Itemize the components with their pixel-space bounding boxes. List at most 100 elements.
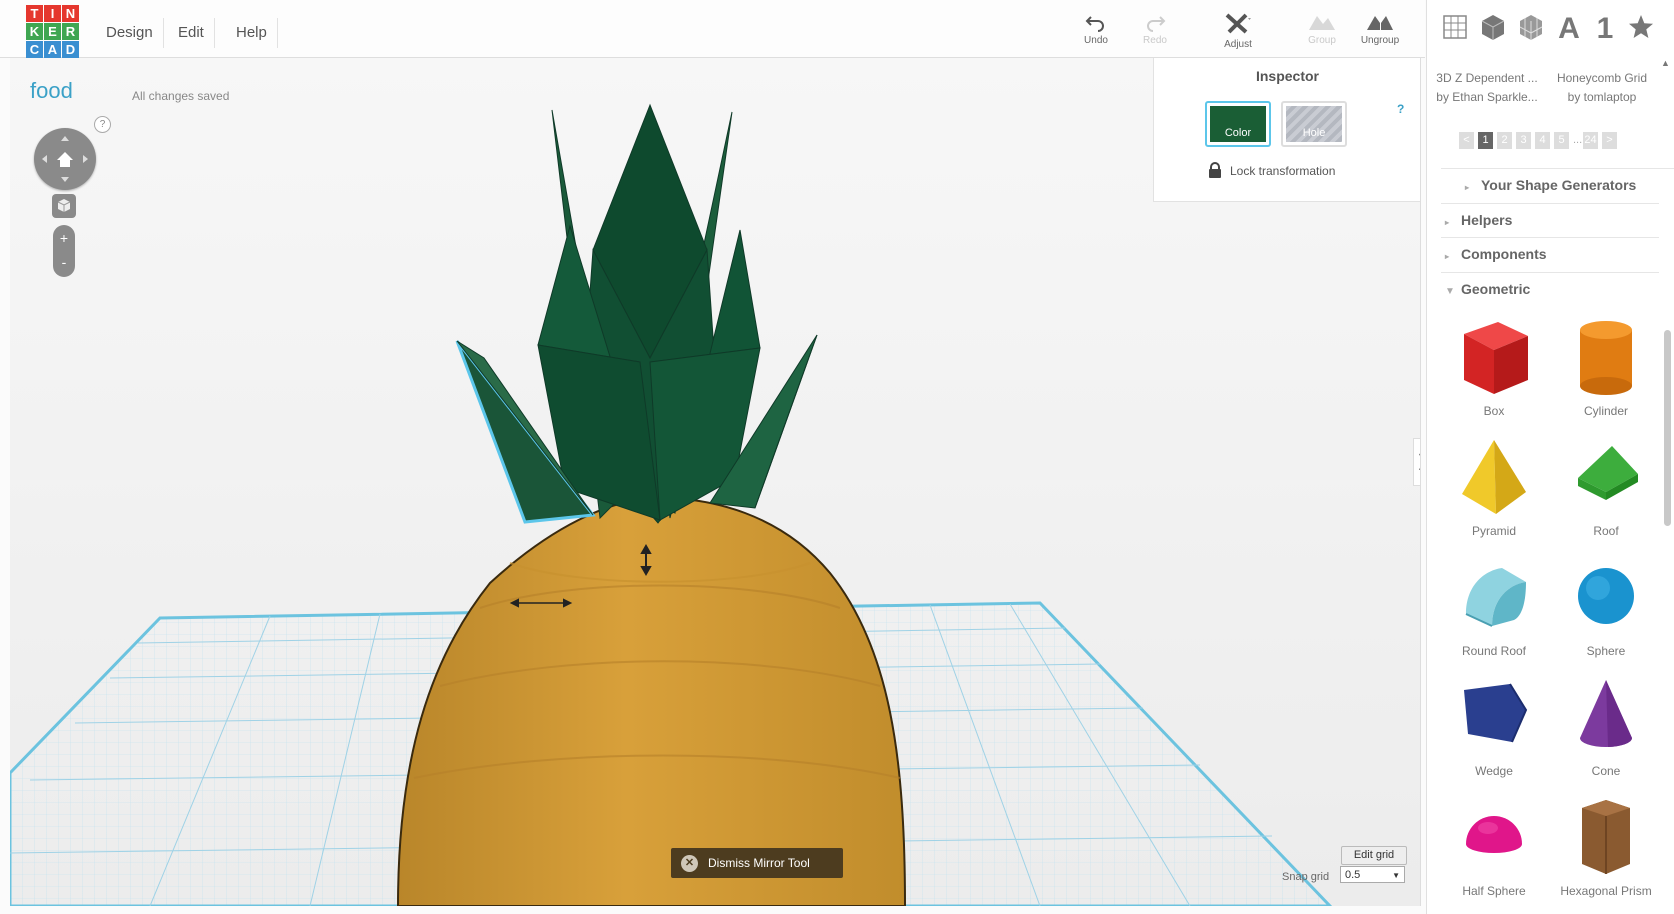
- undo-icon: [1085, 16, 1104, 32]
- collapse-triangle-icon: ▼: [1445, 286, 1455, 297]
- section-label: Geometric: [1461, 281, 1531, 297]
- close-icon: ✕: [681, 855, 698, 873]
- 3d-workplane-viewport[interactable]: food All changes saved ? + - Inspector C…: [10, 58, 1421, 906]
- box-shape-icon: [1464, 322, 1528, 394]
- inspector-panel: Inspector Color Hole ? Lock transformati…: [1153, 58, 1420, 202]
- redo-button[interactable]: Redo: [1130, 12, 1180, 52]
- logo-letter: I: [44, 5, 61, 22]
- gallery-item[interactable]: Honeycomb Grid by tomlaptop: [1547, 69, 1657, 107]
- view-cube-button[interactable]: [52, 194, 76, 218]
- hexagonal-prism-shape-icon: [1582, 800, 1630, 874]
- menu-edit[interactable]: Edit: [168, 18, 215, 48]
- lock-transformation-toggle[interactable]: Lock transformation: [1208, 162, 1335, 178]
- pager-page[interactable]: 5: [1554, 132, 1569, 149]
- text-icon[interactable]: A: [1553, 12, 1585, 46]
- pager-page[interactable]: 1: [1478, 132, 1493, 149]
- section-label: Helpers: [1461, 212, 1513, 228]
- dismiss-mirror-label: Dismiss Mirror Tool: [708, 856, 810, 870]
- shape-label: Hexagonal Prism: [1560, 884, 1652, 898]
- gallery-item[interactable]: 3D Z Dependent ... by Ethan Sparkle...: [1432, 69, 1542, 107]
- orbit-control[interactable]: [34, 128, 96, 190]
- shape-cone[interactable]: Cone: [1551, 674, 1661, 784]
- pager-page[interactable]: 4: [1535, 132, 1550, 149]
- hole-swatch-button[interactable]: Hole: [1281, 101, 1347, 147]
- save-status: All changes saved: [132, 89, 230, 103]
- section-components[interactable]: ▸ Components: [1441, 237, 1659, 271]
- star-icon[interactable]: [1625, 12, 1657, 46]
- cube-icon: [57, 199, 71, 212]
- pineapple-body-shape[interactable]: [396, 496, 907, 906]
- adjust-icon: [1225, 13, 1251, 34]
- shape-box[interactable]: Box: [1439, 314, 1549, 424]
- shape-roof[interactable]: Roof: [1551, 434, 1661, 544]
- expand-triangle-icon: ▸: [1445, 218, 1450, 227]
- shape-half-sphere[interactable]: Half Sphere: [1439, 794, 1549, 904]
- zoom-in-button[interactable]: +: [53, 225, 75, 251]
- section-geometric[interactable]: ▼ Geometric: [1441, 272, 1659, 306]
- logo-letter: C: [26, 41, 43, 58]
- shapes-panel: A 1 3D Z Dependent ... by Ethan Sparkle.…: [1426, 0, 1674, 914]
- color-swatch-button[interactable]: Color: [1205, 101, 1271, 147]
- workplane-icon[interactable]: [1439, 12, 1471, 46]
- cone-shape-icon: [1580, 680, 1633, 747]
- shape-label: Pyramid: [1471, 524, 1516, 538]
- snap-grid-select[interactable]: 0.5: [1340, 866, 1405, 884]
- sphere-shape-icon: [1578, 568, 1634, 624]
- undo-label: Undo: [1084, 35, 1108, 46]
- section-your-shape-generators[interactable]: ▸ Your Shape Generators: [1441, 168, 1674, 202]
- top-toolbar: T I N K E R C A D Design Edit Help Undo …: [0, 0, 1425, 58]
- roof-shape-icon: [1578, 446, 1638, 500]
- shape-label: Sphere: [1586, 644, 1626, 658]
- undo-button[interactable]: Undo: [1071, 12, 1121, 52]
- pager-next[interactable]: >: [1602, 132, 1617, 149]
- pineapple-leaves-shape[interactable]: [455, 103, 818, 524]
- home-view-icon[interactable]: [34, 128, 96, 190]
- number-icon[interactable]: 1: [1589, 12, 1621, 46]
- box-icon[interactable]: [1477, 12, 1509, 46]
- shape-label: Cone: [1591, 764, 1621, 778]
- logo-letter: D: [62, 41, 79, 58]
- logo-letter: K: [26, 23, 43, 40]
- edit-grid-button[interactable]: Edit grid: [1341, 846, 1407, 865]
- gallery-item-title: 3D Z Dependent ...: [1436, 71, 1538, 85]
- group-button[interactable]: Group: [1297, 12, 1347, 52]
- zoom-out-button[interactable]: -: [53, 251, 75, 277]
- pager-prev[interactable]: <: [1459, 132, 1474, 149]
- pager-page[interactable]: 3: [1516, 132, 1531, 149]
- pager-page[interactable]: 24: [1583, 132, 1598, 149]
- dismiss-mirror-tool-button[interactable]: ✕ Dismiss Mirror Tool: [671, 848, 843, 878]
- menu-design[interactable]: Design: [96, 18, 164, 48]
- shape-sphere[interactable]: Sphere: [1551, 554, 1661, 664]
- ungroup-button[interactable]: Ungroup: [1355, 12, 1405, 52]
- shape-label: Cylinder: [1583, 404, 1628, 418]
- menu-help[interactable]: Help: [226, 18, 278, 48]
- scroll-up-icon[interactable]: ▲: [1661, 58, 1670, 68]
- shape-cylinder[interactable]: Cylinder: [1551, 314, 1661, 424]
- pager-page[interactable]: 2: [1497, 132, 1512, 149]
- inspector-title: Inspector: [1255, 68, 1319, 84]
- snap-grid-label: Snap grid: [1282, 871, 1330, 883]
- logo-letter: A: [44, 41, 61, 58]
- inspector-help-icon[interactable]: ?: [1397, 102, 1404, 116]
- cylinder-shape-icon: [1580, 321, 1632, 395]
- shape-wedge[interactable]: Wedge: [1439, 674, 1549, 784]
- section-label: Your Shape Generators: [1481, 177, 1637, 193]
- round-roof-shape-icon: [1465, 568, 1526, 627]
- section-helpers[interactable]: ▸ Helpers: [1441, 203, 1659, 237]
- adjust-label: Adjust: [1224, 39, 1252, 50]
- tinkercad-logo[interactable]: T I N K E R C A D: [26, 5, 82, 61]
- shape-pyramid[interactable]: Pyramid: [1439, 434, 1549, 544]
- shapes-panel-scrollbar[interactable]: [1664, 330, 1671, 526]
- document-title[interactable]: food: [30, 78, 73, 104]
- expand-triangle-icon: ▸: [1445, 252, 1450, 261]
- ungroup-icon: [1367, 16, 1393, 30]
- nav-help-icon[interactable]: ?: [94, 116, 111, 133]
- zoom-control: + -: [53, 225, 75, 277]
- gallery-item-title: Honeycomb Grid: [1556, 71, 1648, 85]
- shape-round-roof[interactable]: Round Roof: [1439, 554, 1549, 664]
- wireframe-icon[interactable]: [1515, 12, 1547, 46]
- shape-hexagonal-prism[interactable]: Hexagonal Prism: [1551, 794, 1661, 904]
- collapse-panel-button[interactable]: ❭: [1413, 438, 1420, 486]
- logo-letter: E: [44, 23, 61, 40]
- adjust-button[interactable]: Adjust: [1213, 12, 1263, 52]
